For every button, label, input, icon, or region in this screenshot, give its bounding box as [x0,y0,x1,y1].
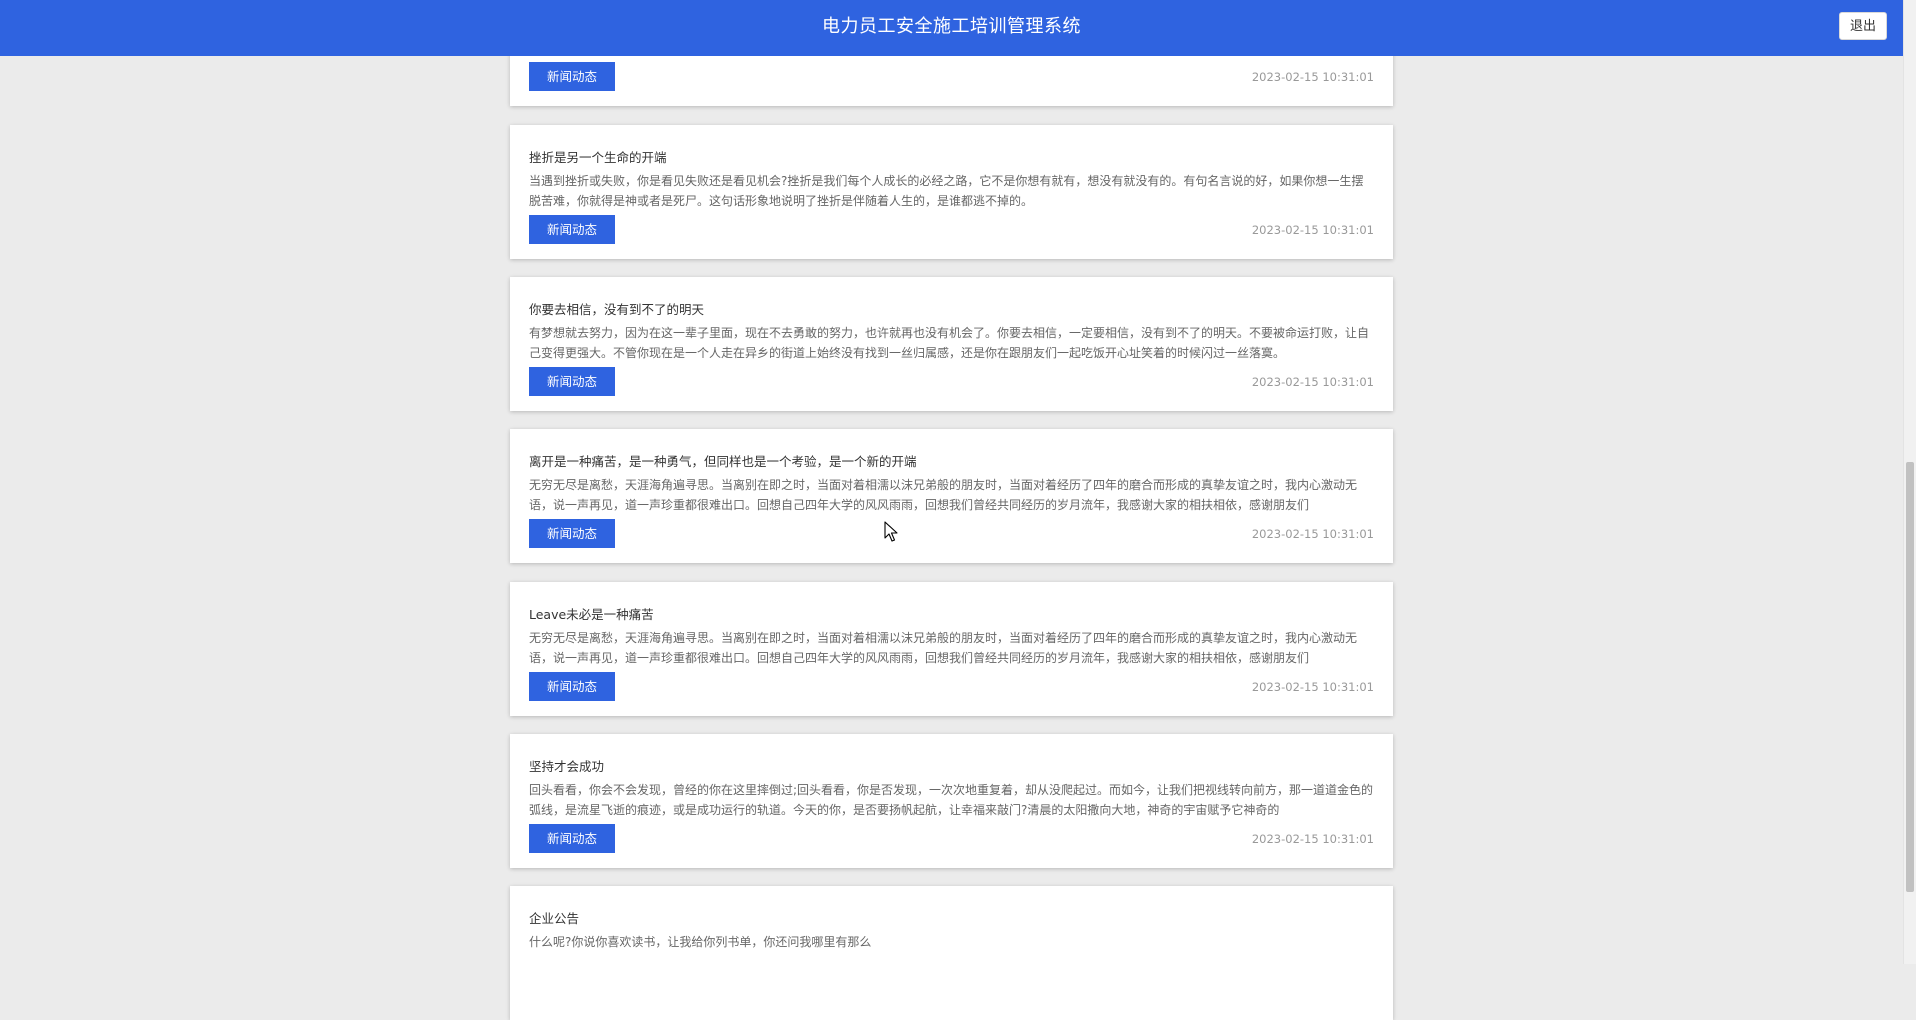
news-category-button[interactable]: 新闻动态 [529,215,615,244]
news-title[interactable]: 离开是一种痛苦，是一种勇气，但同样也是一个考验，是一个新的开端 [529,451,917,470]
news-date: 2023-02-15 10:31:01 [1251,527,1374,541]
news-category-button[interactable]: 新闻动态 [529,672,615,701]
mouse-pointer-icon [884,521,898,547]
news-title[interactable]: 企业公告 [529,908,579,927]
news-card[interactable]: 挫折是另一个生命的开端 当遇到挫折或失败，你是看见失败还是看见机会?挫折是我们每… [510,125,1393,259]
news-card[interactable]: 坚持才会成功 回头看看，你会不会发现，曾经的你在这里摔倒过;回头看看，你是否发现… [510,734,1393,868]
news-summary: 有梦想就去努力，因为在这一辈子里面，现在不去勇敢的努力，也许就再也没有机会了。你… [529,326,1370,360]
news-category-button[interactable]: 新闻动态 [529,62,615,91]
top-header-bar: 电力员工安全施工培训管理系统 退出 [0,0,1903,56]
news-date: 2023-02-15 10:31:01 [1251,832,1374,846]
news-summary: 什么呢?你说你喜欢读书，让我给你列书单，你还问我哪里有那么 [529,935,872,949]
news-card[interactable]: 离开是一种痛苦，是一种勇气，但同样也是一个考验，是一个新的开端 无穷无尽是离愁，… [510,429,1393,563]
news-date: 2023-02-15 10:31:01 [1251,375,1374,389]
news-title[interactable]: 你要去相信，没有到不了的明天 [529,299,704,318]
news-title[interactable]: 挫折是另一个生命的开端 [529,147,667,166]
news-date: 2023-02-15 10:31:01 [1251,223,1374,237]
news-category-button[interactable]: 新闻动态 [529,519,615,548]
news-summary: 无穷无尽是离愁，天涯海角遍寻思。当离别在即之时，当面对着相濡以沫兄弟般的朋友时，… [529,631,1358,665]
news-card[interactable]: 企业公告 什么呢?你说你喜欢读书，让我给你列书单，你还问我哪里有那么 [510,886,1393,1020]
news-date: 2023-02-15 10:31:01 [1251,70,1374,84]
news-card[interactable]: 你要去相信，没有到不了的明天 有梦想就去努力，因为在这一辈子里面，现在不去勇敢的… [510,277,1393,411]
news-category-button[interactable]: 新闻动态 [529,367,615,396]
news-category-button[interactable]: 新闻动态 [529,824,615,853]
app-title: 电力员工安全施工培训管理系统 [822,16,1081,37]
news-title[interactable]: Leave未必是一种痛苦 [529,604,654,623]
vertical-scrollbar[interactable] [1903,0,1916,964]
news-summary: 当遇到挫折或失败，你是看见失败还是看见机会?挫折是我们每个人成长的必经之路，它不… [529,174,1364,208]
news-summary: 回头看看，你会不会发现，曾经的你在这里摔倒过;回头看看，你是否发现，一次次地重复… [529,783,1374,817]
news-title[interactable]: 坚持才会成功 [529,756,604,775]
news-date: 2023-02-15 10:31:01 [1251,680,1374,694]
news-card[interactable]: Leave未必是一种痛苦 无穷无尽是离愁，天涯海角遍寻思。当离别在即之时，当面对… [510,582,1393,716]
scrollbar-thumb[interactable] [1906,462,1914,892]
news-summary: 无穷无尽是离愁，天涯海角遍寻思。当离别在即之时，当面对着相濡以沫兄弟般的朋友时，… [529,478,1358,512]
logout-button[interactable]: 退出 [1839,12,1887,40]
